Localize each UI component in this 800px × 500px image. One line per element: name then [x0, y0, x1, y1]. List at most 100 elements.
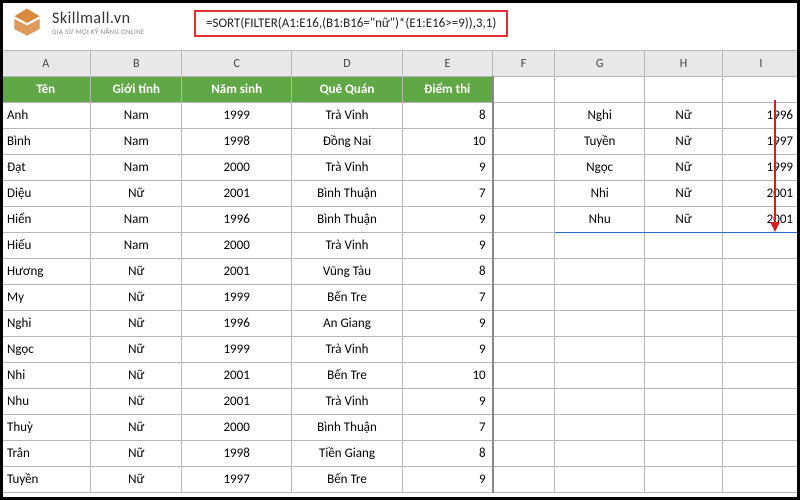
cell-quequan[interactable]: Trà Vinh	[292, 103, 402, 129]
cell[interactable]	[493, 259, 555, 285]
cell[interactable]	[645, 415, 722, 441]
cell-gioitinh[interactable]: Nữ	[91, 259, 181, 285]
cell[interactable]	[554, 415, 644, 441]
cell-namsinh[interactable]: 1999	[181, 103, 291, 129]
table-row[interactable]: HiếuNam2000Trà Vinh9	[1, 233, 800, 259]
result-year[interactable]: 1999	[722, 155, 799, 181]
result-year[interactable]: 1997	[722, 129, 799, 155]
cell-ten[interactable]: Diệu	[1, 181, 91, 207]
cell[interactable]	[645, 363, 722, 389]
cell-diemthi[interactable]: 9	[402, 207, 492, 233]
cell-diemthi[interactable]: 7	[402, 285, 492, 311]
cell-ten[interactable]: Trân	[1, 441, 91, 467]
cell-gioitinh[interactable]: Nam	[91, 103, 181, 129]
cell-quequan[interactable]: Bến Tre	[292, 467, 402, 493]
cell-diemthi[interactable]: 9	[402, 389, 492, 415]
result-name[interactable]: Nhi	[554, 181, 644, 207]
cell-ten[interactable]: Nhi	[1, 363, 91, 389]
cell-namsinh[interactable]: 1998	[181, 441, 291, 467]
cell[interactable]	[722, 389, 799, 415]
result-name[interactable]: Tuyền	[554, 129, 644, 155]
cell-ten[interactable]: Thuỳ	[1, 415, 91, 441]
cell[interactable]	[722, 467, 799, 493]
cell-ten[interactable]: Đạt	[1, 155, 91, 181]
cell-ten[interactable]: My	[1, 285, 91, 311]
header-ten[interactable]: Tên	[1, 77, 91, 103]
cell[interactable]	[722, 285, 799, 311]
cell-gioitinh[interactable]: Nữ	[91, 467, 181, 493]
cell[interactable]	[645, 285, 722, 311]
cell-ten[interactable]: Hiếu	[1, 233, 91, 259]
cell[interactable]	[493, 181, 555, 207]
col-header-C[interactable]: C	[181, 51, 291, 77]
cell-quequan[interactable]: Bến Tre	[292, 285, 402, 311]
cell-ten[interactable]: Nghi	[1, 311, 91, 337]
cell-quequan[interactable]: Trà Vinh	[292, 233, 402, 259]
cell[interactable]	[493, 285, 555, 311]
cell[interactable]	[554, 389, 644, 415]
table-row[interactable]: TrânNữ1998Tiền Giang8	[1, 441, 800, 467]
cell-diemthi[interactable]: 9	[402, 233, 492, 259]
result-gender[interactable]: Nữ	[645, 103, 722, 129]
table-row[interactable]: ThuỳNữ2000Bình Thuận7	[1, 415, 800, 441]
table-row[interactable]: NhuNữ2001Trà Vinh9	[1, 389, 800, 415]
header-namsinh[interactable]: Năm sinh	[181, 77, 291, 103]
cell[interactable]	[493, 363, 555, 389]
cell[interactable]	[554, 77, 644, 103]
cell-ten[interactable]: Ngọc	[1, 337, 91, 363]
cell[interactable]	[645, 77, 722, 103]
cell-namsinh[interactable]: 1999	[181, 285, 291, 311]
cell[interactable]	[554, 259, 644, 285]
cell-diemthi[interactable]: 9	[402, 155, 492, 181]
col-header-B[interactable]: B	[91, 51, 181, 77]
cell-namsinh[interactable]: 2001	[181, 181, 291, 207]
cell-quequan[interactable]: Bến Tre	[292, 363, 402, 389]
cell-namsinh[interactable]: 1996	[181, 207, 291, 233]
result-gender[interactable]: Nữ	[645, 207, 722, 233]
col-header-E[interactable]: E	[402, 51, 492, 77]
cell-namsinh[interactable]: 1999	[181, 337, 291, 363]
cell-gioitinh[interactable]: Nữ	[91, 285, 181, 311]
header-quequan[interactable]: Quê Quán	[292, 77, 402, 103]
cell[interactable]	[722, 77, 799, 103]
cell[interactable]	[722, 441, 799, 467]
cell-diemthi[interactable]: 8	[402, 103, 492, 129]
cell-gioitinh[interactable]: Nữ	[91, 441, 181, 467]
cell[interactable]	[645, 389, 722, 415]
cell-gioitinh[interactable]: Nam	[91, 207, 181, 233]
cell-ten[interactable]: Nhu	[1, 389, 91, 415]
cell[interactable]	[645, 337, 722, 363]
table-row[interactable]: NgọcNữ1999Trà Vinh9	[1, 337, 800, 363]
cell-quequan[interactable]: Bình Thuận	[292, 181, 402, 207]
header-gioitinh[interactable]: Giới tính	[91, 77, 181, 103]
cell-diemthi[interactable]: 7	[402, 181, 492, 207]
table-row[interactable]: TuyềnNữ1997Bến Tre9	[1, 467, 800, 493]
cell-namsinh[interactable]: 2001	[181, 389, 291, 415]
result-name[interactable]: Nhu	[554, 207, 644, 233]
cell[interactable]	[493, 77, 555, 103]
col-header-D[interactable]: D	[292, 51, 402, 77]
cell-gioitinh[interactable]: Nữ	[91, 415, 181, 441]
cell[interactable]	[493, 311, 555, 337]
cell-quequan[interactable]: Trà Vinh	[292, 155, 402, 181]
cell[interactable]	[722, 337, 799, 363]
cell[interactable]	[554, 363, 644, 389]
table-row[interactable]: AnhNam1999Trà Vinh8NghiNữ1996	[1, 103, 800, 129]
cell[interactable]	[645, 259, 722, 285]
cell-gioitinh[interactable]: Nam	[91, 155, 181, 181]
cell-gioitinh[interactable]: Nam	[91, 129, 181, 155]
cell[interactable]	[722, 311, 799, 337]
cell-ten[interactable]: Tuyền	[1, 467, 91, 493]
cell-namsinh[interactable]: 1998	[181, 129, 291, 155]
cell-namsinh[interactable]: 2001	[181, 363, 291, 389]
cell-quequan[interactable]: Bình Thuận	[292, 415, 402, 441]
cell-namsinh[interactable]: 2000	[181, 415, 291, 441]
cell-namsinh[interactable]: 1996	[181, 311, 291, 337]
cell[interactable]	[554, 467, 644, 493]
cell-gioitinh[interactable]: Nữ	[91, 363, 181, 389]
cell[interactable]	[493, 389, 555, 415]
table-row[interactable]: HươngNữ2001Vũng Tàu8	[1, 259, 800, 285]
col-header-I[interactable]: I	[722, 51, 799, 77]
cell-diemthi[interactable]: 9	[402, 467, 492, 493]
cell[interactable]	[554, 233, 644, 259]
